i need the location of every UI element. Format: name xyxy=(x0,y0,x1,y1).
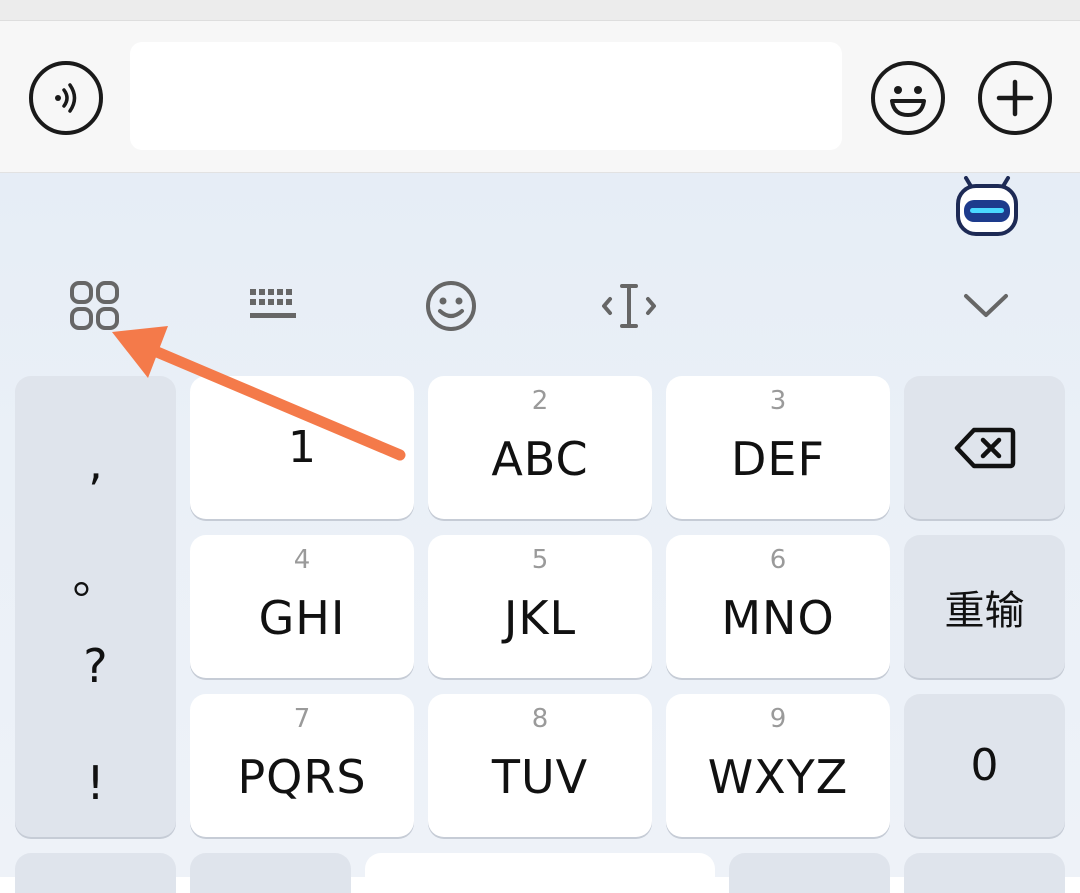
keyboard-emoji-button[interactable] xyxy=(424,279,478,333)
key-3-def[interactable]: 3 DEF xyxy=(666,376,890,519)
key-label: GHI xyxy=(258,590,346,645)
key-7-pqrs[interactable]: 7 PQRS xyxy=(190,694,414,837)
key-9-wxyz[interactable]: 9 WXYZ xyxy=(666,694,890,837)
key-number: 6 xyxy=(769,545,787,575)
emoji-button[interactable] xyxy=(871,61,945,135)
key-label: MNO xyxy=(721,590,835,645)
apps-grid-button[interactable] xyxy=(66,277,124,335)
key-label: PQRS xyxy=(237,749,367,804)
key-5-jkl[interactable]: 5 JKL xyxy=(428,535,652,678)
enter-key[interactable] xyxy=(904,853,1065,893)
voice-input-button[interactable] xyxy=(29,61,103,135)
key-label: 0 xyxy=(970,740,999,791)
key-6-mno[interactable]: 6 MNO xyxy=(666,535,890,678)
plus-icon xyxy=(996,79,1034,117)
cursor-edit-button[interactable] xyxy=(600,279,658,333)
key-label: TUV xyxy=(491,749,589,804)
key-0[interactable]: 0 xyxy=(904,694,1065,837)
punctuation-column: , 。 ? ! xyxy=(15,376,176,837)
backspace-key[interactable] xyxy=(904,376,1065,519)
key-label: ABC xyxy=(491,431,589,486)
key-number: 2 xyxy=(531,386,549,416)
key-1[interactable]: 1 xyxy=(190,376,414,519)
bottom-key-switch[interactable] xyxy=(729,853,890,893)
space-key[interactable] xyxy=(365,853,715,893)
key-label: WXYZ xyxy=(707,749,849,804)
keyboard-panel: , 。 ? ! 1 2 ABC 3 DEF 4 GHI 5 JKL 6 MNO … xyxy=(0,173,1080,893)
key-label: 1 xyxy=(288,422,316,473)
key-number: 5 xyxy=(531,545,549,575)
assistant-robot-icon[interactable] xyxy=(954,176,1020,238)
bottom-key-symbols[interactable] xyxy=(15,853,176,893)
retype-key[interactable]: 重输 xyxy=(904,535,1065,678)
key-label: JKL xyxy=(503,590,577,645)
punct-period[interactable]: 。 xyxy=(15,541,176,607)
key-number: 3 xyxy=(769,386,787,416)
bottom-key-lang[interactable] xyxy=(190,853,351,893)
key-number: 8 xyxy=(531,704,549,734)
key-label: DEF xyxy=(731,431,825,486)
key-label: 重输 xyxy=(944,587,1025,634)
keyboard-icon xyxy=(250,289,296,318)
key-2-abc[interactable]: 2 ABC xyxy=(428,376,652,519)
punct-exclamation[interactable]: ! xyxy=(15,756,176,810)
collapse-keyboard-button[interactable] xyxy=(960,285,1012,325)
emoji-icon xyxy=(890,86,926,117)
collapse-chevron-icon xyxy=(964,294,1008,317)
voice-icon xyxy=(55,83,77,113)
cursor-icon xyxy=(602,284,656,328)
key-number: 4 xyxy=(293,545,311,575)
status-strip xyxy=(0,0,1080,21)
more-button[interactable] xyxy=(978,61,1052,135)
backspace-icon xyxy=(954,427,1015,468)
key-number: 7 xyxy=(293,704,311,734)
punct-question[interactable]: ? xyxy=(15,639,176,693)
apps-grid-icon xyxy=(70,281,119,330)
key-8-tuv[interactable]: 8 TUV xyxy=(428,694,652,837)
key-number: 9 xyxy=(769,704,787,734)
key-4-ghi[interactable]: 4 GHI xyxy=(190,535,414,678)
punct-comma[interactable]: , xyxy=(15,436,176,490)
keyboard-switch-button[interactable] xyxy=(246,283,300,327)
chat-input-bar xyxy=(0,21,1080,173)
message-text-field[interactable] xyxy=(130,42,842,150)
emoji-icon xyxy=(426,281,476,331)
